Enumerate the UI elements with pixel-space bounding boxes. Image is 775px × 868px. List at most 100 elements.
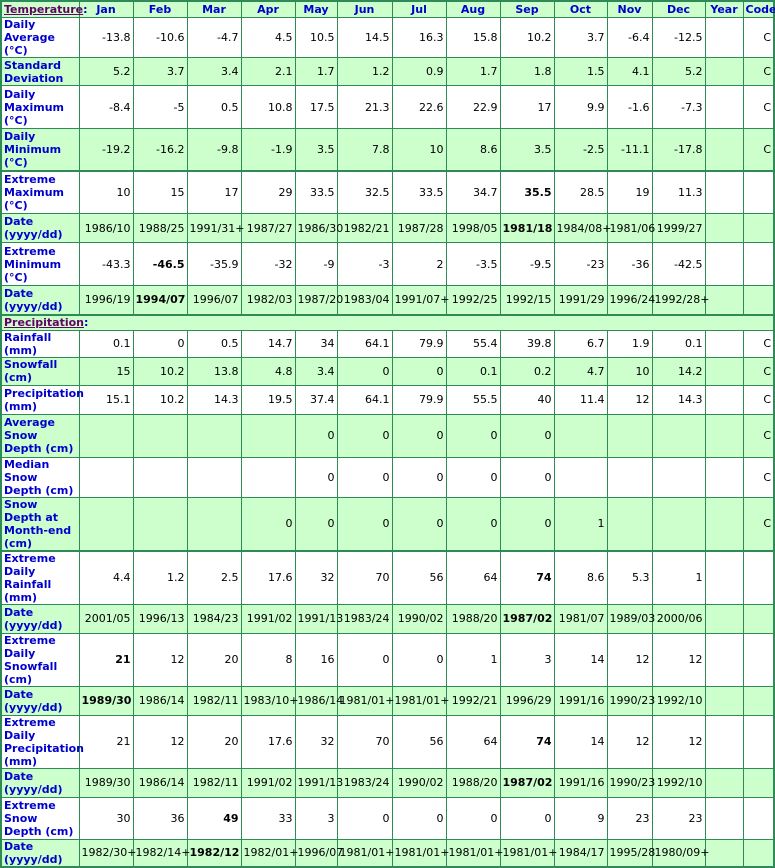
value-cell: 8.6 (445, 128, 501, 171)
row-label: Extreme Daily Rainfall (mm) (0, 549, 80, 605)
value-cell: 1981/07 (553, 603, 608, 634)
code-cell: C (742, 329, 775, 358)
value-cell: 15 (132, 169, 188, 214)
value-cell: 1995/28 (606, 838, 655, 868)
row-label: Extreme Daily Snowfall (cm) (0, 632, 80, 687)
value-cell: 32 (294, 549, 338, 605)
value-cell: 0.9 (391, 57, 447, 86)
value-cell: 32 (294, 714, 338, 769)
value-cell: 0 (499, 496, 555, 551)
value-cell: 2.1 (240, 57, 296, 86)
code-cell (742, 242, 775, 286)
year-cell (704, 329, 744, 358)
value-cell: 0 (391, 796, 447, 840)
value-cell: 0 (391, 413, 447, 458)
table-row: Average Snow Depth (cm) 0 0 0 0 0 C (0, 413, 775, 458)
value-cell: 1996/29 (499, 685, 555, 716)
value-cell: 1991/31+ (186, 213, 244, 243)
value-cell: 3.5 (499, 128, 555, 171)
value-cell: 1989/03 (606, 603, 655, 634)
value-cell: 1981/01+ (391, 838, 449, 868)
value-cell: -13.8 (78, 17, 134, 58)
value-cell: 13.8 (186, 356, 242, 386)
row-label: Daily Minimum (°C) (0, 128, 80, 171)
value-cell: 1991/13 (294, 603, 343, 634)
code-cell: C (742, 413, 775, 458)
value-cell: 1983/24 (336, 767, 393, 798)
table-row: Extreme Daily Snowfall (cm) 21 12 20 8 16 0 0 1 3… (0, 632, 775, 687)
value-cell: 56 (391, 549, 447, 605)
value-cell: -6.4 (606, 17, 653, 58)
value-cell: 9.9 (553, 85, 608, 129)
table-row: Standard Deviation 5.2 3.7 3.4 2.1 1.7 1.2 0.9 1… (0, 57, 775, 86)
value-cell: 11.3 (651, 169, 706, 214)
value-cell: 1991/13 (294, 767, 343, 798)
value-cell: 0 (391, 496, 447, 551)
value-cell: 14 (553, 632, 608, 687)
value-cell: 0 (391, 356, 447, 386)
value-cell: 0 (294, 413, 338, 458)
value-cell: 1981/06 (606, 213, 655, 243)
value-cell: 8.6 (553, 549, 608, 605)
col-header: Jun (336, 0, 393, 18)
value-cell: 20 (186, 632, 242, 687)
year-cell (704, 85, 744, 129)
value-cell (132, 413, 188, 458)
value-cell: 9 (553, 796, 608, 840)
table-row: Extreme Snow Depth (cm) 30 36 49 33 3 0 0 0 0 9 23 2… (0, 796, 775, 840)
value-cell: 1.8 (499, 57, 555, 86)
year-cell (704, 714, 744, 769)
value-cell: 1990/02 (391, 603, 447, 634)
table-row: Date (yyyy/dd) 1996/19 1994/07 1996/07 1982/… (0, 285, 775, 315)
value-cell: 1999/27 (651, 213, 706, 243)
table-row: Extreme Daily Precipitation (mm) 21 12 20 17… (0, 714, 775, 769)
value-cell: 1 (651, 549, 706, 605)
value-cell: 0.2 (499, 356, 555, 386)
value-cell: -11.1 (606, 128, 653, 171)
value-cell: 10 (391, 128, 447, 171)
value-cell: 1.7 (294, 57, 338, 86)
col-header: Feb (132, 0, 188, 18)
row-label: Standard Deviation (0, 57, 80, 86)
value-cell: 20 (186, 714, 242, 769)
value-cell: 70 (336, 549, 393, 605)
value-cell: 1992/15 (499, 285, 555, 315)
value-cell: 1982/12 (186, 838, 242, 868)
value-cell: 0 (336, 632, 393, 687)
precipitation-section-title: Precipitation: (0, 313, 775, 331)
value-cell: 1987/20 (294, 285, 343, 315)
value-cell: 4.4 (78, 549, 134, 605)
value-cell: 1986/14 (294, 685, 343, 716)
value-cell: 0 (336, 456, 393, 498)
value-cell: 3 (294, 796, 338, 840)
code-cell: C (742, 85, 775, 129)
code-cell (742, 169, 775, 214)
value-cell: -9.8 (186, 128, 242, 171)
year-cell (704, 384, 744, 415)
code-cell (742, 632, 775, 687)
table-row: Snow Depth at Month-end (cm) 0 0 0 0 0 0 1 C (0, 496, 775, 551)
value-cell: 12 (606, 714, 653, 769)
value-cell: 1992/25 (445, 285, 501, 315)
value-cell: 12 (651, 714, 706, 769)
precipitation-link[interactable]: Precipitation (4, 316, 84, 329)
col-header: May (294, 0, 338, 18)
year-cell (704, 242, 744, 286)
year-cell (704, 128, 744, 171)
value-cell: -16.2 (132, 128, 188, 171)
value-cell: 74 (499, 549, 555, 605)
value-cell (78, 413, 134, 458)
value-cell (78, 456, 134, 498)
year-cell (704, 685, 744, 716)
value-cell: 0 (445, 413, 501, 458)
value-cell: 1988/25 (132, 213, 188, 243)
value-cell: 22.9 (445, 85, 501, 129)
temperature-link[interactable]: Temperature (4, 3, 83, 16)
row-label: Date (yyyy/dd) (0, 213, 80, 243)
table-row: Date (yyyy/dd) 1982/30+ 1982/14+ 1982/12 198… (0, 838, 775, 868)
value-cell: 2.5 (186, 549, 242, 605)
value-cell (606, 413, 653, 458)
value-cell: 1983/10+ (240, 685, 298, 716)
value-cell: 64.1 (336, 384, 393, 415)
value-cell: 3.7 (553, 17, 608, 58)
